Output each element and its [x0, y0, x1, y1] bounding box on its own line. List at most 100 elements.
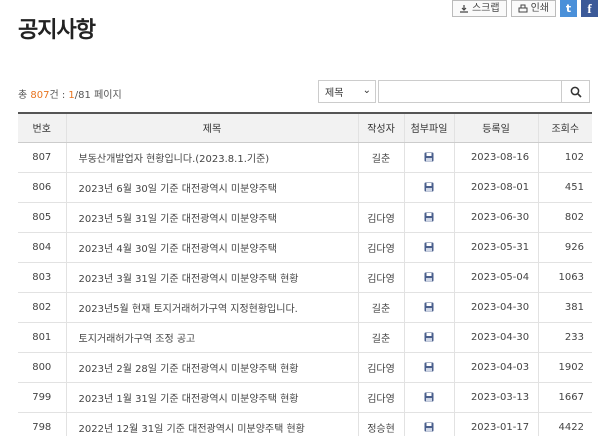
- post-attachment[interactable]: [403, 172, 454, 203]
- twitter-icon: t: [565, 2, 572, 15]
- header-number: 번호: [18, 112, 66, 143]
- post-attachment[interactable]: [403, 382, 454, 413]
- post-number: 807: [18, 142, 66, 173]
- scrap-button[interactable]: 스크랩: [451, 0, 507, 17]
- post-date: 2023-01-17: [453, 412, 538, 436]
- post-author: 길춘: [357, 292, 404, 323]
- table-row[interactable]: 801 토지거래허가구역 조정 공고 길춘 2023-04-30 233: [18, 322, 592, 353]
- facebook-icon: f: [587, 0, 592, 16]
- header-date: 등록일: [453, 112, 538, 143]
- post-subject-link[interactable]: 2023년 1월 31일 기준 대전광역시 미분양주택 현황: [65, 382, 358, 413]
- floppy-disk-icon[interactable]: [424, 422, 434, 432]
- floppy-disk-icon[interactable]: [424, 362, 434, 372]
- post-author: 김다영: [357, 262, 404, 293]
- facebook-share-button[interactable]: f: [581, 0, 598, 17]
- post-date: 2023-06-30: [453, 202, 538, 233]
- notice-board-table: 번호 제목 작성자 첨부파일 등록일 조회수 807 부동산개발업자 현황입니다.…: [18, 112, 592, 436]
- floppy-disk-icon[interactable]: [424, 302, 434, 312]
- post-author: 정승현: [357, 412, 404, 436]
- post-subject-link[interactable]: 토지거래허가구역 조정 공고: [65, 322, 358, 353]
- post-views: 4422: [537, 412, 592, 436]
- twitter-share-button[interactable]: t: [560, 0, 577, 17]
- post-date: 2023-04-30: [453, 292, 538, 323]
- floppy-disk-icon[interactable]: [424, 242, 434, 252]
- post-number: 801: [18, 322, 66, 353]
- post-date: 2023-04-30: [453, 322, 538, 353]
- search-field-value: 제목: [325, 88, 344, 99]
- table-row[interactable]: 798 2022년 12월 31일 기준 대전광역시 미분양주택 현황 정승현 202…: [18, 412, 592, 436]
- top-actions: 스크랩 인쇄 t f: [451, 0, 598, 17]
- print-label: 인쇄: [530, 2, 549, 14]
- count-prefix: 총: [18, 90, 31, 101]
- post-subject-link[interactable]: 부동산개발업자 현황입니다.(2023.8.1.기준): [65, 142, 358, 173]
- post-subject-link[interactable]: 2023년 3월 31일 기준 대전광역시 미분양주택 현황: [65, 262, 358, 293]
- post-number: 804: [18, 232, 66, 263]
- floppy-disk-icon[interactable]: [424, 212, 434, 222]
- table-row[interactable]: 804 2023년 4월 30일 기준 대전광역시 미분양주택 김다영 2023-05…: [18, 232, 592, 263]
- post-subject-link[interactable]: 2023년 5월 31일 기준 대전광역시 미분양주택: [65, 202, 358, 233]
- post-number: 802: [18, 292, 66, 323]
- post-number: 800: [18, 352, 66, 383]
- post-views: 1902: [537, 352, 592, 383]
- post-attachment[interactable]: [403, 292, 454, 323]
- total-count: 807: [30, 90, 50, 101]
- post-subject-link[interactable]: 2022년 12월 31일 기준 대전광역시 미분양주택 현황: [65, 412, 358, 436]
- chevron-down-icon: ⌄: [362, 85, 371, 96]
- post-date: 2023-05-31: [453, 232, 538, 263]
- search-input[interactable]: [378, 80, 562, 103]
- floppy-disk-icon[interactable]: [424, 182, 434, 192]
- post-attachment[interactable]: [403, 352, 454, 383]
- post-author: 김다영: [357, 202, 404, 233]
- post-number: 798: [18, 412, 66, 436]
- post-author: 김다영: [357, 352, 404, 383]
- floppy-disk-icon[interactable]: [424, 392, 434, 402]
- table-header-row: 번호 제목 작성자 첨부파일 등록일 조회수: [18, 112, 592, 143]
- print-button[interactable]: 인쇄: [510, 0, 556, 17]
- post-author: 김다영: [357, 382, 404, 413]
- post-attachment[interactable]: [403, 262, 454, 293]
- header-views: 조회수: [537, 112, 592, 143]
- search-field-select[interactable]: 제목 ⌄: [318, 80, 376, 103]
- floppy-disk-icon[interactable]: [424, 152, 434, 162]
- post-views: 381: [537, 292, 592, 323]
- count-unit: 건 :: [49, 90, 69, 101]
- post-subject-link[interactable]: 2023년5월 현재 토지거래허가구역 지정현황입니다.: [65, 292, 358, 323]
- total-pages: /81: [74, 90, 91, 101]
- table-row[interactable]: 807 부동산개발업자 현황입니다.(2023.8.1.기준) 길춘 2023-08-…: [18, 142, 592, 173]
- post-views: 926: [537, 232, 592, 263]
- table-row[interactable]: 803 2023년 3월 31일 기준 대전광역시 미분양주택 현황 김다영 2023…: [18, 262, 592, 293]
- post-date: 2023-08-16: [453, 142, 538, 173]
- post-number: 805: [18, 202, 66, 233]
- post-views: 802: [537, 202, 592, 233]
- post-number: 803: [18, 262, 66, 293]
- scrap-label: 스크랩: [471, 2, 500, 14]
- post-views: 102: [537, 142, 592, 173]
- header-subject: 제목: [65, 112, 358, 143]
- header-attachment: 첨부파일: [403, 112, 454, 143]
- post-attachment[interactable]: [403, 142, 454, 173]
- post-views: 1667: [537, 382, 592, 413]
- post-attachment[interactable]: [403, 232, 454, 263]
- table-row[interactable]: 805 2023년 5월 31일 기준 대전광역시 미분양주택 김다영 2023-06…: [18, 202, 592, 233]
- table-body: 807 부동산개발업자 현황입니다.(2023.8.1.기준) 길춘 2023-08-…: [18, 142, 592, 436]
- post-subject-link[interactable]: 2023년 2월 28일 기준 대전광역시 미분양주택 현황: [65, 352, 358, 383]
- post-subject-link[interactable]: 2023년 4월 30일 기준 대전광역시 미분양주택: [65, 232, 358, 263]
- page-title: 공지사항: [18, 18, 96, 43]
- floppy-disk-icon[interactable]: [424, 332, 434, 342]
- search-button[interactable]: [562, 80, 590, 103]
- page-unit: 페이지: [90, 90, 122, 101]
- post-views: 233: [537, 322, 592, 353]
- post-date: 2023-04-03: [453, 352, 538, 383]
- post-attachment[interactable]: [403, 412, 454, 436]
- post-attachment[interactable]: [403, 202, 454, 233]
- table-row[interactable]: 800 2023년 2월 28일 기준 대전광역시 미분양주택 현황 김다영 2023…: [18, 352, 592, 383]
- post-subject-link[interactable]: 2023년 6월 30일 기준 대전광역시 미분양주택: [65, 172, 358, 203]
- post-date: 2023-08-01: [453, 172, 538, 203]
- table-row[interactable]: 799 2023년 1월 31일 기준 대전광역시 미분양주택 현황 김다영 2023…: [18, 382, 592, 413]
- search-icon: [570, 86, 582, 98]
- post-number: 806: [18, 172, 66, 203]
- table-row[interactable]: 802 2023년5월 현재 토지거래허가구역 지정현황입니다. 길춘 2023-04…: [18, 292, 592, 323]
- post-attachment[interactable]: [403, 322, 454, 353]
- floppy-disk-icon[interactable]: [424, 272, 434, 282]
- table-row[interactable]: 806 2023년 6월 30일 기준 대전광역시 미분양주택 2023-08-01…: [18, 172, 592, 203]
